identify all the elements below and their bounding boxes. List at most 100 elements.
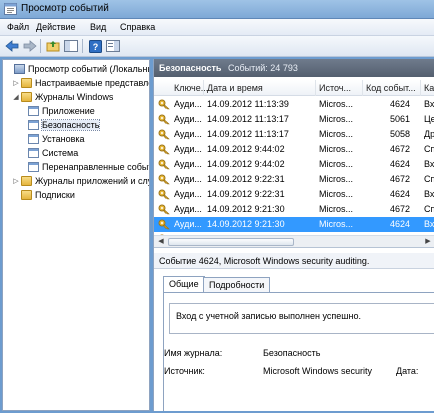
console-tree[interactable]: Просмотр событий (Локальный) ▷ Настраиваем…	[2, 59, 150, 411]
log-icon	[28, 119, 39, 130]
cell-date: 14.09.2012 11:13:39	[207, 99, 289, 109]
show-hide-tree-button[interactable]	[63, 38, 79, 54]
tree-node[interactable]: Безопасность	[19, 118, 101, 131]
scroll-left-icon[interactable]: ◀	[155, 237, 167, 247]
tree-node[interactable]: ◢ Журналы Windows	[12, 90, 113, 103]
events-grid[interactable]: Ключе... Дата и время Источ... Код событ…	[154, 77, 434, 235]
tree-node[interactable]: Просмотр событий (Локальный)	[5, 62, 150, 75]
cell-date: 14.09.2012 9:44:02	[207, 159, 285, 169]
tree-node[interactable]: Подписки	[12, 188, 75, 201]
window-title: Просмотр событий	[21, 3, 109, 14]
table-row[interactable]: Ауди... 14.09.2012 11:13:39 Micros... 4624 В…	[154, 97, 434, 112]
table-row[interactable]: Ауди... 14.09.2012 11:13:17 Micros... 5061 Ц…	[154, 112, 434, 127]
cell-keywords: Ауди...	[174, 174, 202, 184]
column-date[interactable]: Дата и время	[207, 83, 312, 93]
menu-action[interactable]: Действие	[36, 22, 76, 32]
folder-icon	[21, 77, 32, 88]
audit-success-key-icon	[158, 99, 170, 110]
console-tree-icon	[64, 40, 78, 52]
audit-success-key-icon	[158, 189, 170, 200]
expander-icon[interactable]: ▷	[12, 79, 20, 87]
cell-date: 14.09.2012 9:21:30	[207, 219, 285, 229]
horizontal-scrollbar[interactable]: ◀ ▶	[154, 235, 434, 248]
cell-source: Micros...	[319, 174, 354, 184]
cell-category: Вхо	[424, 159, 434, 169]
tree-node-label: Установка	[42, 133, 85, 144]
tree-node-label: Журналы Windows	[35, 91, 114, 102]
forward-arrow-icon	[23, 40, 37, 52]
menu-view[interactable]: Вид	[90, 22, 106, 32]
grid-header: Ключе... Дата и время Источ... Код событ…	[154, 80, 434, 96]
tree-node[interactable]: ▷ Настраиваемые представления	[12, 76, 149, 89]
cell-keywords: Ауди...	[174, 204, 202, 214]
cell-category: Вхо	[424, 99, 434, 109]
cell-date: 14.09.2012 11:13:17	[207, 114, 289, 124]
source-label: Источник:	[164, 366, 205, 376]
log-title: Безопасность	[159, 63, 222, 73]
folder-icon	[21, 189, 32, 200]
menu-help[interactable]: Справка	[120, 22, 155, 32]
cell-category: Вхо	[424, 189, 434, 199]
pane-header: Безопасность Событий: 24 793	[154, 59, 434, 77]
cell-source: Micros...	[319, 129, 354, 139]
folder-icon	[21, 175, 32, 186]
help-button[interactable]: ?	[87, 38, 103, 54]
back-button[interactable]	[4, 38, 20, 54]
svg-text:?: ?	[92, 42, 98, 52]
tree-node[interactable]: Перенаправленные события	[19, 160, 149, 173]
tree-node-label: Приложение	[42, 105, 95, 116]
column-category[interactable]: Кат	[424, 83, 434, 93]
tree-node-label: Журналы приложений и служб	[35, 175, 149, 186]
tree-node-label: Безопасность	[40, 118, 101, 131]
tab-details[interactable]: Подробности	[203, 277, 271, 292]
tree-node[interactable]: Приложение	[19, 104, 95, 117]
general-tab-content: Вход с учетной записью выполнен успешно.…	[163, 292, 434, 411]
up-folder-button[interactable]	[45, 38, 61, 54]
cell-keywords: Ауди...	[174, 129, 202, 139]
menu-file[interactable]: Файл	[7, 22, 29, 32]
tree-node-label: Просмотр событий (Локальный)	[28, 63, 150, 74]
log-name-label: Имя журнала:	[164, 348, 223, 358]
cell-event-id: 4624	[389, 189, 410, 199]
tab-general[interactable]: Общие	[163, 276, 205, 292]
tree-node-label: Настраиваемые представления	[35, 77, 149, 88]
table-row[interactable]: Ауди... 14.09.2012 9:22:31 Micros... 4624 Вх…	[154, 187, 434, 202]
cell-event-id: 4672	[389, 204, 410, 214]
table-row[interactable]: Ауди... 14.09.2012 9:21:30 Micros... 4624 Вх…	[154, 217, 434, 232]
tree-node-label: Перенаправленные события	[42, 161, 149, 172]
tree-node[interactable]: Установка	[19, 132, 85, 145]
table-row[interactable]: Ауди... 14.09.2012 9:44:02 Micros... 4624 Вх…	[154, 157, 434, 172]
scroll-right-icon[interactable]: ▶	[422, 237, 434, 247]
log-icon	[28, 161, 39, 172]
cell-event-id: 4624	[389, 159, 410, 169]
expander-icon[interactable]: ▷	[12, 177, 20, 185]
events-pane: Безопасность Событий: 24 793 Ключе... Да…	[153, 59, 434, 411]
table-row[interactable]: Ауди... 14.09.2012 9:22:31 Micros... 4672 Сп…	[154, 172, 434, 187]
table-row[interactable]: Ауди... 14.09.2012 9:21:30 Micros... 4672 Сп…	[154, 202, 434, 217]
title-bar[interactable]: Просмотр событий	[0, 0, 434, 19]
audit-success-key-icon	[158, 204, 170, 215]
log-icon	[28, 105, 39, 116]
tree-node[interactable]: ▷ Журналы приложений и служб	[12, 174, 149, 187]
forward-button[interactable]	[22, 38, 38, 54]
expander-icon[interactable]: ◢	[12, 93, 20, 101]
log-name-value: Безопасность	[263, 348, 321, 358]
column-event-id[interactable]: Код событ...	[366, 83, 416, 93]
event-message-box[interactable]: Вход с учетной записью выполнен успешно.	[169, 303, 434, 334]
source-value: Microsoft Windows security	[263, 366, 373, 376]
log-icon	[28, 133, 39, 144]
table-row[interactable]: Ауди... 14.09.2012 11:13:17 Micros... 5058 Д…	[154, 127, 434, 142]
event-detail-title: Событие 4624, Microsoft Windows security…	[159, 256, 370, 266]
cell-category: Спе	[424, 144, 434, 154]
table-row[interactable]: Ауди... 14.09.2012 9:44:02 Micros... 4672 Сп…	[154, 142, 434, 157]
column-source[interactable]: Источ...	[319, 83, 363, 93]
cell-keywords: Ауди...	[174, 159, 202, 169]
event-viewer-icon	[4, 3, 17, 15]
tree-node-label: Система	[42, 147, 79, 158]
event-message: Вход с учетной записью выполнен успешно.	[176, 311, 361, 321]
properties-button[interactable]	[105, 38, 121, 54]
cell-category: Вхо	[424, 219, 434, 229]
tree-node[interactable]: Система	[19, 146, 78, 159]
cell-keywords: Ауди...	[174, 219, 202, 229]
scroll-thumb[interactable]	[168, 238, 294, 246]
